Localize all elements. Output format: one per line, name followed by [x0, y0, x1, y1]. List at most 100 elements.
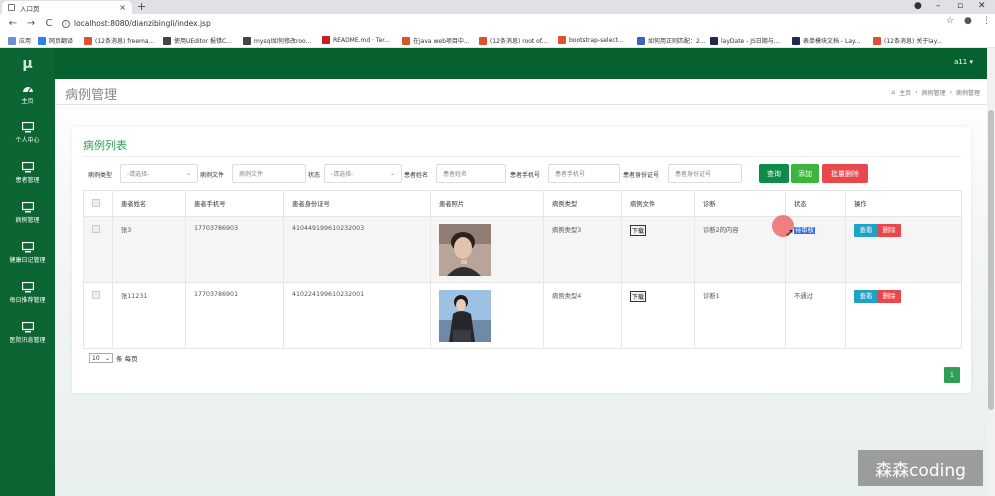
search-button[interactable]: 查询	[759, 164, 789, 183]
batch-delete-button[interactable]: 批量删除	[822, 164, 868, 183]
tab-close-icon[interactable]: ×	[119, 3, 126, 12]
bookmark-item[interactable]: (12条消息) freema...	[84, 36, 154, 45]
bookmark-favicon-icon	[163, 36, 171, 45]
patient-name-cell: 张3	[112, 216, 186, 283]
bookmark-item[interactable]: 网页翻译	[38, 36, 73, 45]
minimize-icon[interactable]: –	[936, 1, 941, 11]
bookmark-item[interactable]: (12条消息) 关于lay...	[873, 36, 942, 45]
add-button[interactable]: 添加	[791, 164, 819, 183]
case-file-label: 病例文件	[200, 172, 225, 179]
bookmark-item[interactable]: mysql如何修改roo...	[243, 36, 311, 45]
bookmark-favicon-icon	[84, 36, 92, 45]
bookmark-item[interactable]: 使用UEditor 报错C...	[163, 36, 232, 45]
bookmark-label: bootstrap-select...	[569, 36, 624, 44]
bookmark-star-icon[interactable]: ☆	[946, 16, 954, 26]
sidebar-item-label: 病例管理	[15, 217, 40, 224]
pagination-page-1[interactable]: 1	[944, 367, 960, 383]
actions-cell: 查看 删除	[845, 282, 962, 349]
back-icon[interactable]: ←	[8, 18, 18, 29]
patient-phone-label: 患者手机号	[510, 172, 541, 179]
bookmark-favicon-icon	[38, 36, 46, 45]
patient-id-input[interactable]: 患者身份证号	[668, 164, 742, 183]
sidebar: μ 主页 个人中心 患者管理 病例管理 健康日记管理 每日推荐管理 医院讯息管理	[0, 48, 55, 496]
select-all-cell	[83, 190, 113, 217]
actions-cell: 查看 删除	[845, 216, 962, 283]
patient-photo	[439, 290, 491, 342]
sidebar-item-personal-center[interactable]: 个人中心	[0, 122, 55, 144]
breadcrumb: ⌂ 主页 › 病例管理 › 病例管理	[891, 88, 980, 97]
patient-phone-cell: 17703786903	[185, 216, 284, 283]
status-select-value: -请选择-	[331, 171, 354, 178]
bookmark-label: (12条消息) root of...	[490, 38, 548, 45]
bookmark-favicon-icon	[402, 36, 410, 45]
patient-photo	[439, 224, 491, 276]
breadcrumb-home[interactable]: 主页	[899, 88, 911, 97]
case-file-cell: 下载	[621, 216, 695, 283]
bookmark-label: layDate - JS日期与...	[721, 38, 780, 45]
bookmark-item[interactable]: 表单模块文档 - Lay...	[792, 36, 860, 45]
forward-icon[interactable]: →	[26, 18, 36, 29]
page-size-label: 条 每页	[116, 355, 138, 363]
column-header: 病例文件	[621, 190, 695, 217]
url-field[interactable]: localhost:8080/dianzibingli/index.jsp	[74, 19, 211, 28]
menu-dots-icon[interactable]: ⋮	[982, 16, 991, 26]
sidebar-item-patients[interactable]: 患者管理	[0, 162, 55, 184]
case-file-input[interactable]: 病例文件	[232, 164, 306, 183]
bookmark-item[interactable]: 如何用正则匹配：2...	[637, 36, 706, 45]
bookmark-label: 使用UEditor 报错C...	[174, 38, 232, 45]
monitor-icon	[21, 202, 34, 213]
bookmark-item[interactable]: 应用	[8, 36, 31, 45]
window-close-icon[interactable]: ✕	[978, 1, 986, 11]
maximize-icon[interactable]: ▫	[957, 1, 963, 11]
profile-icon[interactable]: ●	[964, 16, 972, 26]
row-checkbox[interactable]	[92, 291, 100, 299]
case-table: 患者姓名 患者手机号 患者身份证号 患者照片 病例类型 病例文件 诊断 状态 操…	[83, 190, 962, 349]
page-scrollbar[interactable]	[987, 48, 995, 496]
dashboard-icon	[22, 87, 33, 93]
scrollbar-thumb[interactable]	[988, 110, 994, 410]
chevron-down-icon: ⌄	[104, 354, 110, 362]
select-all-checkbox[interactable]	[92, 198, 100, 207]
patient-name-cell: 张11231	[112, 282, 186, 349]
sidebar-item-hospital-news[interactable]: 医院讯息管理	[0, 322, 55, 344]
table-header-row: 患者姓名 患者手机号 患者身份证号 患者照片 病例类型 病例文件 诊断 状态 操…	[83, 190, 962, 217]
download-link[interactable]: 下载	[630, 291, 647, 302]
diagnosis-cell: 诊断1	[694, 282, 786, 349]
bookmark-item[interactable]: (12条消息) root of...	[479, 36, 547, 45]
delete-button[interactable]: 删除	[877, 290, 902, 303]
breadcrumb-cases[interactable]: 病例管理	[922, 88, 946, 97]
patient-photo-cell	[430, 216, 544, 283]
delete-button[interactable]: 删除	[877, 224, 902, 237]
patient-phone-input[interactable]: 患者手机号	[548, 164, 620, 183]
bookmark-item[interactable]: 在java web项目中...	[402, 36, 470, 45]
sidebar-item-label: 健康日记管理	[9, 257, 46, 264]
site-info-icon[interactable]: i	[62, 19, 70, 28]
sidebar-item-label: 医院讯息管理	[9, 337, 46, 344]
user-menu[interactable]: a11 ▾	[954, 58, 973, 66]
bookmark-label: 如何用正则匹配：2...	[648, 38, 706, 45]
breadcrumb-current: 病例管理	[955, 90, 980, 97]
row-checkbox[interactable]	[92, 225, 100, 233]
bookmark-item[interactable]: bootstrap-select...	[558, 36, 624, 44]
view-button[interactable]: 查看	[854, 290, 878, 303]
column-header: 患者姓名	[112, 190, 186, 217]
profile-dot-icon[interactable]: ●	[914, 1, 922, 11]
browser-tab[interactable]: 入口页 ×	[2, 1, 132, 14]
patient-name-input[interactable]: 患者姓名	[436, 164, 506, 183]
case-type-cell: 病例类型4	[543, 282, 622, 349]
sidebar-item-health-diary[interactable]: 健康日记管理	[0, 242, 55, 264]
bookmark-item[interactable]: layDate - JS日期与...	[710, 36, 780, 45]
sidebar-item-cases[interactable]: 病例管理	[0, 202, 55, 224]
bookmark-item[interactable]: README.md · Ter...	[322, 36, 390, 44]
sidebar-item-daily-recommend[interactable]: 每日推荐管理	[0, 282, 55, 304]
status-select[interactable]: -请选择- ⌄	[324, 164, 402, 183]
view-button[interactable]: 查看	[854, 224, 878, 237]
page-size-select[interactable]: 10 ⌄	[89, 353, 113, 363]
case-list-panel: 病例列表 病例类型 -请选择- ⌄ 病例文件 病例文件 状态 -请选择- ⌄ 患…	[72, 127, 971, 393]
download-link[interactable]: 下载	[630, 225, 647, 236]
reload-icon[interactable]: C	[44, 18, 54, 29]
sidebar-item-home[interactable]: 主页	[0, 83, 55, 105]
page-size-control: 10 ⌄ 条 每页	[89, 353, 138, 363]
case-type-select[interactable]: -请选择- ⌄	[120, 164, 198, 183]
new-tab-icon[interactable]: +	[137, 0, 146, 13]
